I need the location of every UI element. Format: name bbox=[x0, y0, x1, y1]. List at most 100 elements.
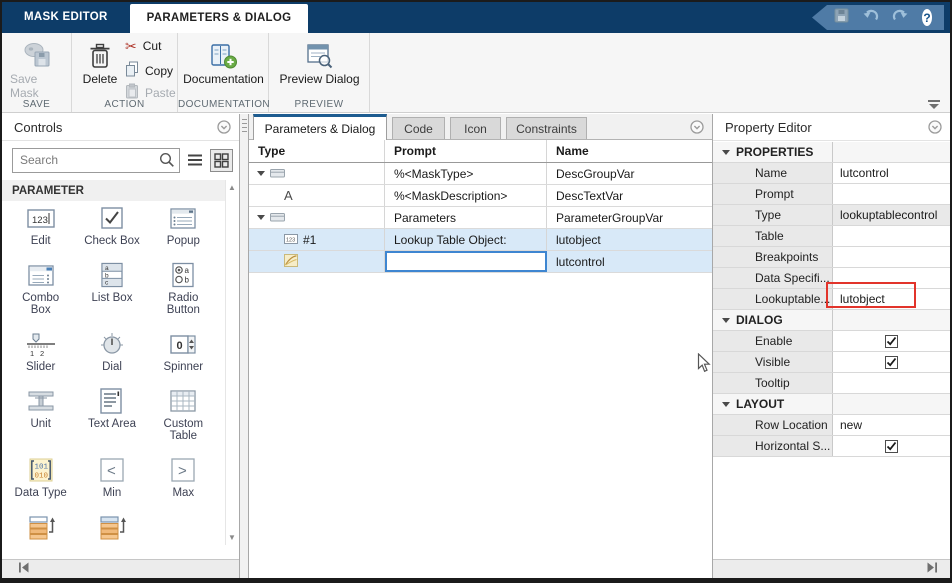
property-value[interactable] bbox=[833, 247, 950, 267]
save-icon[interactable] bbox=[834, 8, 849, 28]
control-item-unit[interactable]: Unit bbox=[6, 387, 75, 442]
control-item-dial[interactable]: Dial bbox=[77, 330, 146, 373]
property-row-type[interactable]: Typelookuptablecontrol bbox=[713, 205, 950, 226]
panel-splitter[interactable] bbox=[240, 114, 249, 578]
name-cell[interactable]: ParameterGroupVar bbox=[547, 207, 712, 228]
control-item-spinner[interactable]: 0Spinner bbox=[149, 330, 218, 373]
expander-icon[interactable] bbox=[257, 215, 265, 220]
minimize-ribbon-icon[interactable] bbox=[928, 100, 940, 109]
type-cell[interactable] bbox=[249, 163, 385, 184]
property-row-breakpoints[interactable]: Breakpoints bbox=[713, 247, 950, 268]
checkbox-checked-icon[interactable] bbox=[885, 440, 898, 453]
control-item-radio-button[interactable]: abRadio Button bbox=[149, 261, 218, 316]
tab-constraints[interactable]: Constraints bbox=[506, 117, 587, 139]
tab-parameters-dialog[interactable]: Parameters & Dialog bbox=[253, 114, 387, 140]
save-mask-button[interactable]: Save Mask bbox=[10, 38, 64, 100]
prompt-cell[interactable]: %<MaskDescription> bbox=[385, 185, 547, 206]
property-row-name[interactable]: Namelutcontrol bbox=[713, 163, 950, 184]
property-value[interactable]: new bbox=[833, 415, 950, 435]
property-row-row-location[interactable]: Row Locationnew bbox=[713, 415, 950, 436]
name-cell[interactable]: lutcontrol bbox=[547, 251, 712, 272]
control-item-combo-box[interactable]: Combo Box bbox=[6, 261, 75, 316]
property-value[interactable] bbox=[833, 268, 950, 288]
table-row[interactable]: 123#1Lookup Table Object:lutobject bbox=[249, 229, 712, 251]
property-value[interactable] bbox=[833, 226, 950, 246]
property-value[interactable] bbox=[833, 184, 950, 204]
property-value[interactable]: lutcontrol bbox=[833, 163, 950, 183]
section-expander-icon[interactable] bbox=[722, 150, 730, 155]
property-section-dialog[interactable]: DIALOG bbox=[713, 310, 950, 331]
checkbox-checked-icon[interactable] bbox=[885, 335, 898, 348]
scroll-up-icon[interactable]: ▲ bbox=[228, 183, 236, 192]
control-item-check-box[interactable]: Check Box bbox=[77, 204, 146, 247]
type-cell[interactable]: 123#1 bbox=[249, 229, 385, 250]
tab-icon[interactable]: Icon bbox=[450, 117, 501, 139]
collapse-property-editor-icon[interactable] bbox=[928, 120, 942, 134]
name-cell[interactable]: lutobject bbox=[547, 229, 712, 250]
controls-scrollbar[interactable]: ▲ ▼ bbox=[225, 180, 238, 545]
cut-button[interactable]: ✂ Cut bbox=[125, 39, 161, 53]
control-item-min[interactable]: <Min bbox=[77, 456, 146, 499]
property-value[interactable]: lutobject bbox=[833, 289, 950, 309]
property-checkbox-cell[interactable] bbox=[833, 331, 950, 351]
tab-mask-editor[interactable]: MASK EDITOR bbox=[2, 2, 130, 33]
property-row-prompt[interactable]: Prompt bbox=[713, 184, 950, 205]
property-row-tooltip[interactable]: Tooltip bbox=[713, 373, 950, 394]
search-input[interactable] bbox=[12, 148, 180, 173]
control-item-max[interactable]: >Max bbox=[149, 456, 218, 499]
property-section-properties[interactable]: PROPERTIES bbox=[713, 142, 950, 163]
column-header-type[interactable]: Type bbox=[249, 140, 385, 162]
prompt-cell[interactable]: Lookup Table Object: bbox=[385, 229, 547, 250]
collapse-editor-icon[interactable] bbox=[690, 120, 704, 134]
prompt-cell-editing[interactable] bbox=[385, 251, 547, 272]
redo-icon[interactable] bbox=[892, 8, 909, 27]
property-row-visible[interactable]: Visible bbox=[713, 352, 950, 373]
tab-code[interactable]: Code bbox=[392, 117, 445, 139]
property-value[interactable]: lookuptablecontrol bbox=[833, 205, 950, 225]
property-checkbox-cell[interactable] bbox=[833, 352, 950, 372]
checkbox-checked-icon[interactable] bbox=[885, 356, 898, 369]
property-section-layout[interactable]: LAYOUT bbox=[713, 394, 950, 415]
property-checkbox-cell[interactable] bbox=[833, 436, 950, 456]
name-cell[interactable]: DescGroupVar bbox=[547, 163, 712, 184]
control-item-promote-control-icon[interactable] bbox=[6, 513, 75, 541]
preview-dialog-button[interactable]: Preview Dialog bbox=[277, 38, 362, 86]
type-cell[interactable] bbox=[249, 251, 385, 272]
control-item-data-type[interactable]: 101010Data Type bbox=[6, 456, 75, 499]
list-view-button[interactable] bbox=[187, 153, 203, 167]
control-item-text-area[interactable]: Text Area bbox=[77, 387, 146, 442]
control-item-custom-table[interactable]: Custom Table bbox=[149, 387, 218, 442]
expander-icon[interactable] bbox=[257, 171, 265, 176]
section-expander-icon[interactable] bbox=[722, 402, 730, 407]
control-item-edit[interactable]: 123Edit bbox=[6, 204, 75, 247]
column-header-prompt[interactable]: Prompt bbox=[385, 140, 547, 162]
table-row[interactable]: ParametersParameterGroupVar bbox=[249, 207, 712, 229]
section-expander-icon[interactable] bbox=[722, 318, 730, 323]
dock-left-icon[interactable] bbox=[18, 560, 30, 578]
prompt-cell[interactable]: Parameters bbox=[385, 207, 547, 228]
property-row-table[interactable]: Table bbox=[713, 226, 950, 247]
documentation-button[interactable]: Documentation bbox=[181, 38, 266, 86]
undo-icon[interactable] bbox=[862, 8, 879, 27]
type-cell[interactable] bbox=[249, 207, 385, 228]
property-row-data-specifi[interactable]: Data Specifi... bbox=[713, 268, 950, 289]
prompt-cell[interactable]: %<MaskType> bbox=[385, 163, 547, 184]
tab-parameters-dialog[interactable]: PARAMETERS & DIALOG bbox=[130, 4, 309, 33]
delete-button[interactable]: Delete bbox=[78, 38, 122, 86]
control-item-slider[interactable]: 12Slider bbox=[6, 330, 75, 373]
help-icon[interactable]: ? bbox=[922, 9, 932, 26]
grid-view-button[interactable] bbox=[210, 149, 233, 172]
dock-right-icon[interactable] bbox=[926, 560, 938, 578]
property-value[interactable] bbox=[833, 373, 950, 393]
table-row[interactable]: lutcontrol bbox=[249, 251, 712, 273]
type-cell[interactable]: A bbox=[249, 185, 385, 206]
collapse-panel-icon[interactable] bbox=[217, 120, 231, 134]
property-row-lookuptable[interactable]: Lookuptable...lutobject bbox=[713, 289, 950, 310]
control-item-popup[interactable]: Popup bbox=[149, 204, 218, 247]
column-header-name[interactable]: Name bbox=[547, 140, 712, 162]
property-row-enable[interactable]: Enable bbox=[713, 331, 950, 352]
property-row-horizontal-s[interactable]: Horizontal S... bbox=[713, 436, 950, 457]
copy-button[interactable]: Copy bbox=[125, 61, 173, 80]
scroll-down-icon[interactable]: ▼ bbox=[228, 533, 236, 542]
table-row[interactable]: %<MaskType>DescGroupVar bbox=[249, 163, 712, 185]
